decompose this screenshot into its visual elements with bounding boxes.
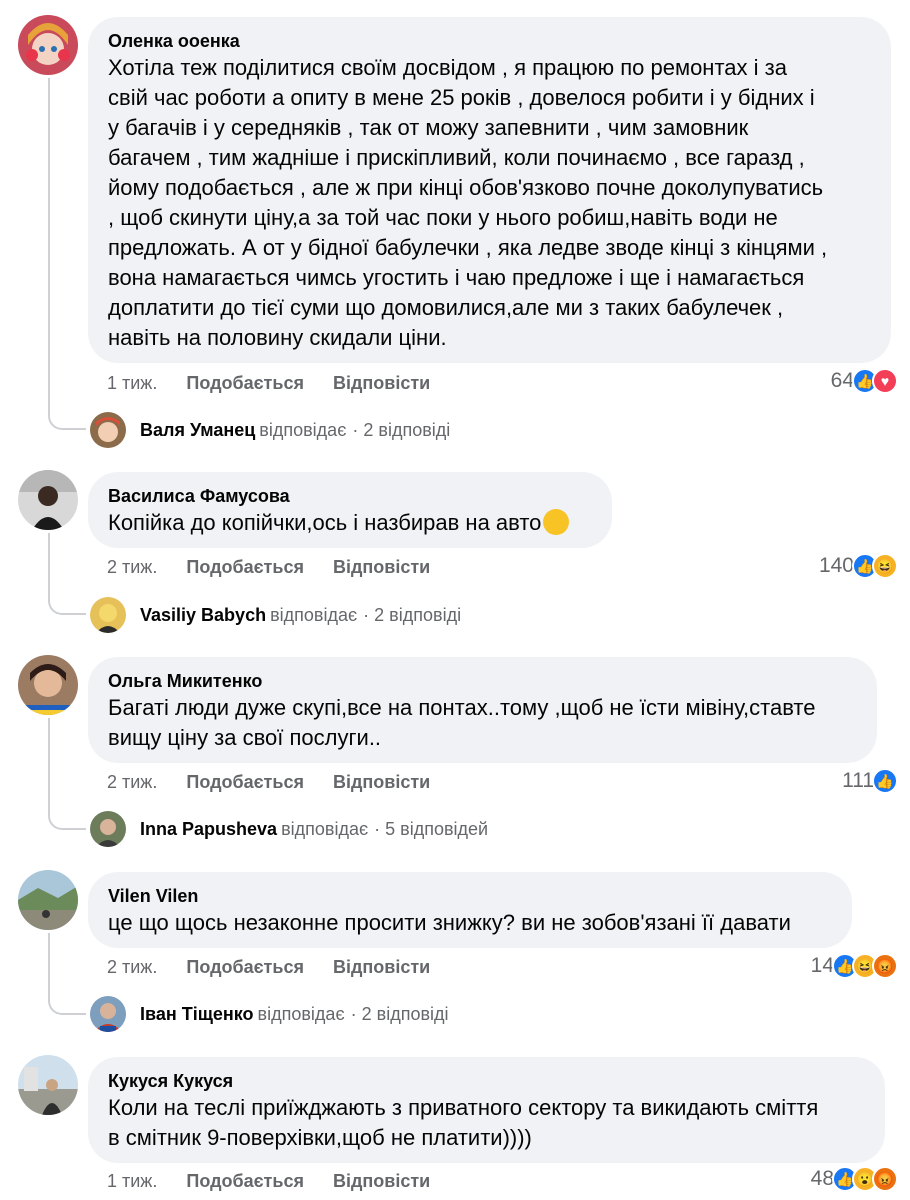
reply-author[interactable]: Inna Papusheva — [140, 819, 277, 840]
reaction-summary[interactable]: 14 👍 😆 😡 — [811, 953, 898, 979]
comment-author[interactable]: Ольга Микитенко — [108, 669, 857, 693]
thread-line — [48, 533, 86, 615]
comment-time[interactable]: 2 тиж. — [107, 772, 157, 792]
reaction-count: 64 — [830, 369, 854, 392]
haha-icon: 😆 — [872, 553, 898, 579]
reply-button[interactable]: Відповісти — [333, 1171, 430, 1191]
comment-actions: 2 тиж. Подобається Відповісти — [107, 557, 454, 578]
comment-text-content: Копійка до копійчки,ось і назбирав на ав… — [108, 510, 542, 535]
reply-verb: відповідає — [259, 419, 347, 440]
like-button[interactable]: Подобається — [186, 772, 304, 792]
reaction-count: 48 — [810, 1167, 834, 1190]
thread-line — [48, 78, 86, 430]
comment-bubble: Ольга Микитенко Багаті люди дуже скупі,в… — [88, 657, 877, 763]
reaction-summary[interactable]: 140 👍 😆 — [819, 553, 898, 579]
reply-button[interactable]: Відповісти — [333, 772, 430, 792]
reaction-count: 140 — [818, 554, 854, 577]
comment-time[interactable]: 2 тиж. — [107, 957, 157, 977]
reaction-summary[interactable]: 48 👍 😮 😡 — [811, 1166, 898, 1192]
reply-count[interactable]: · 5 відповідей — [374, 819, 488, 840]
angry-icon: 😡 — [872, 1166, 898, 1192]
angry-icon: 😡 — [872, 953, 898, 979]
avatar[interactable] — [18, 1055, 78, 1115]
comment-text: це що щось незаконне просити знижку? ви … — [108, 910, 791, 935]
laughing-emoji-icon — [543, 509, 570, 535]
reply-author[interactable]: Валя Уманец — [140, 420, 255, 441]
reply-verb: відповідає — [281, 818, 369, 839]
replies-link[interactable]: Іван Тіщенко відповідає · 2 відповіді — [90, 996, 449, 1032]
comment-actions: 1 тиж. Подобається Відповісти — [107, 373, 454, 394]
reply-verb: відповідає — [270, 604, 358, 625]
comment-bubble: Кукуся Кукуся Коли на теслі приїжджають … — [88, 1057, 885, 1163]
avatar — [90, 996, 126, 1032]
avatar[interactable] — [18, 15, 78, 75]
replies-link[interactable]: Inna Papusheva відповідає · 5 відповідей — [90, 811, 488, 847]
like-button[interactable]: Подобається — [186, 1171, 304, 1191]
love-icon: ♥ — [872, 368, 898, 394]
reply-button[interactable]: Відповісти — [333, 557, 430, 577]
avatar — [90, 597, 126, 633]
like-button[interactable]: Подобається — [186, 557, 304, 577]
comment-author[interactable]: Кукуся Кукуся — [108, 1069, 865, 1093]
avatar[interactable] — [18, 655, 78, 715]
like-button[interactable]: Подобається — [186, 373, 304, 393]
thread-line — [48, 718, 86, 830]
comment-text: Багаті люди дуже скупі,все на понтах..то… — [108, 695, 816, 750]
reply-author[interactable]: Vasiliy Babych — [140, 605, 266, 626]
comment-time[interactable]: 1 тиж. — [107, 373, 157, 393]
replies-link[interactable]: Валя Уманец відповідає · 2 відповіді — [90, 412, 450, 448]
comment-bubble: Vilen Vilen це що щось незаконне просити… — [88, 872, 852, 948]
reply-verb: відповідає — [257, 1003, 345, 1024]
comment-author[interactable]: Василиса Фамусова — [108, 484, 592, 508]
comment-time[interactable]: 2 тиж. — [107, 557, 157, 577]
thread-line — [48, 933, 86, 1015]
reaction-count: 111 — [842, 769, 874, 792]
comment-time[interactable]: 1 тиж. — [107, 1171, 157, 1191]
comment-text: Хотіла теж поділитися своїм досвідом , я… — [108, 55, 828, 350]
like-icon: 👍 — [872, 768, 898, 794]
avatar — [90, 412, 126, 448]
comment-actions: 1 тиж. Подобається Відповісти — [107, 1171, 454, 1192]
comment-text: Коли на теслі приїжджають з приватного с… — [108, 1095, 819, 1150]
comment-bubble: Оленка ооенка Хотіла теж поділитися свої… — [88, 17, 891, 363]
avatar — [90, 811, 126, 847]
comment-author[interactable]: Vilen Vilen — [108, 884, 832, 908]
comment-author[interactable]: Оленка ооенка — [108, 29, 871, 53]
avatar[interactable] — [18, 470, 78, 530]
comment-actions: 2 тиж. Подобається Відповісти — [107, 957, 454, 978]
avatar[interactable] — [18, 870, 78, 930]
reply-button[interactable]: Відповісти — [333, 373, 430, 393]
reply-count[interactable]: · 2 відповіді — [363, 605, 461, 626]
reply-count[interactable]: · 2 відповіді — [352, 420, 450, 441]
reply-count[interactable]: · 2 відповіді — [351, 1004, 449, 1025]
comment-text: Копійка до копійчки,ось і назбирав на ав… — [108, 508, 592, 538]
reaction-summary[interactable]: 111 👍 — [842, 768, 898, 794]
like-button[interactable]: Подобається — [186, 957, 304, 977]
comment-bubble: Василиса Фамусова Копійка до копійчки,ос… — [88, 472, 612, 548]
reaction-count: 14 — [810, 954, 834, 977]
reply-author[interactable]: Іван Тіщенко — [140, 1004, 254, 1025]
reaction-summary[interactable]: 64 👍 ♥ — [831, 368, 898, 394]
replies-link[interactable]: Vasiliy Babych відповідає · 2 відповіді — [90, 597, 461, 633]
reply-button[interactable]: Відповісти — [333, 957, 430, 977]
comment-actions: 2 тиж. Подобається Відповісти — [107, 772, 454, 793]
